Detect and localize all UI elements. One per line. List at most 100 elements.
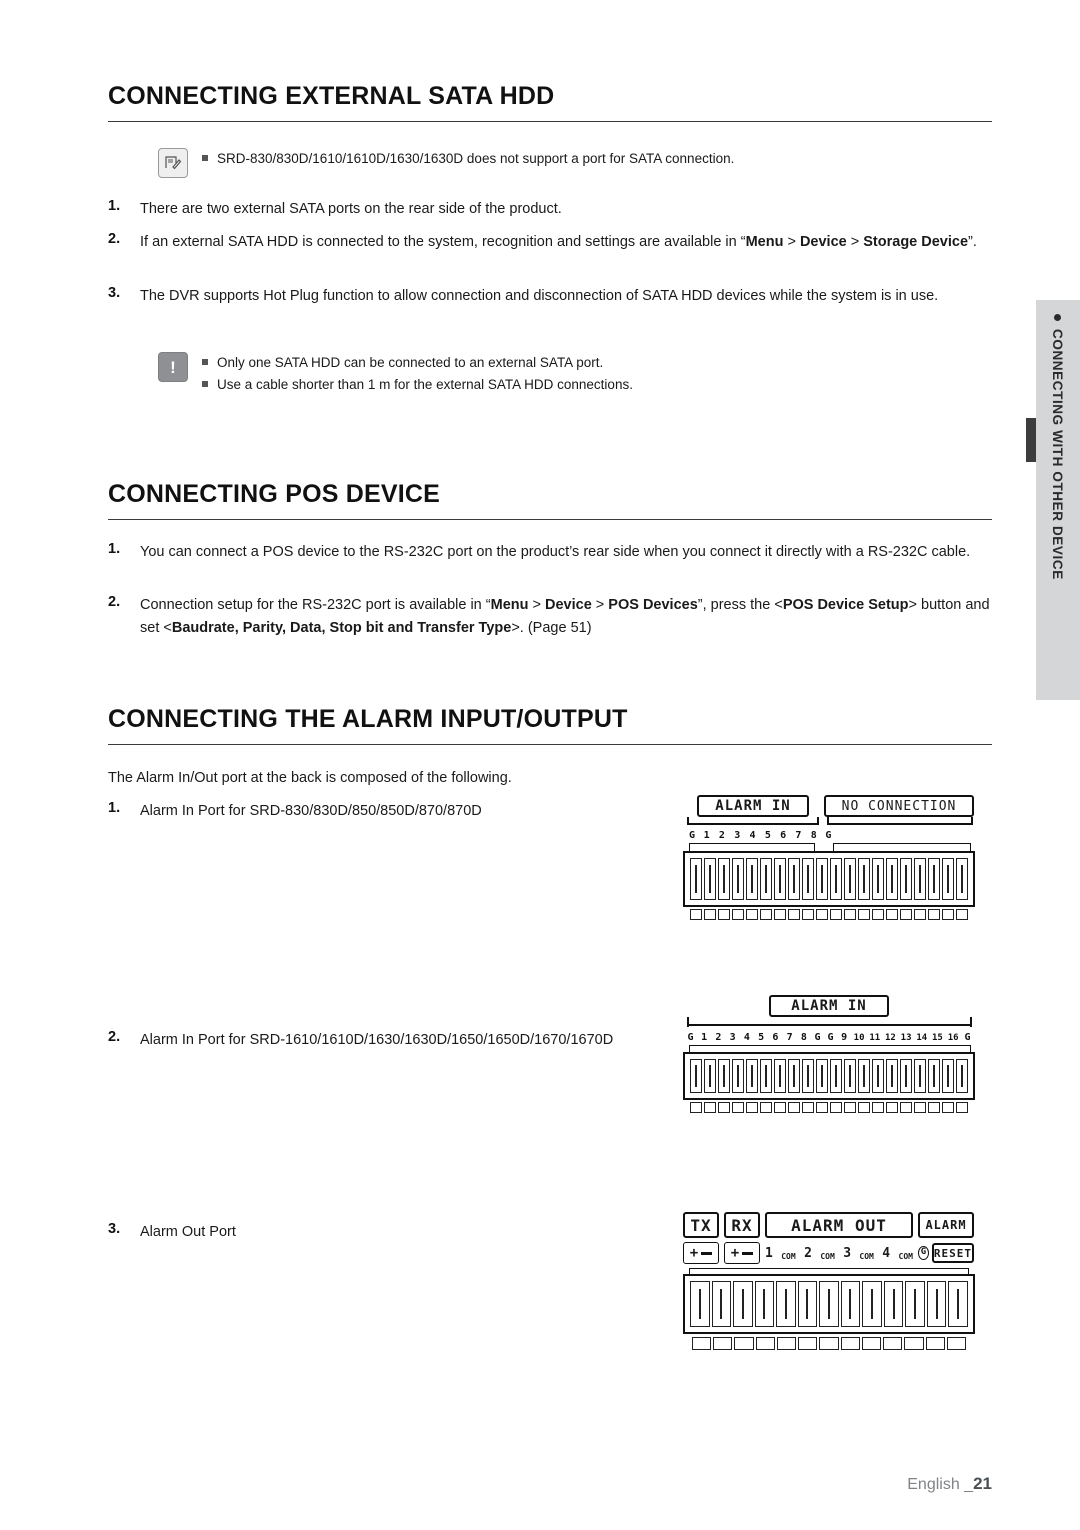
pin-ground: G <box>687 1032 694 1043</box>
bracket-tick <box>827 817 829 825</box>
screw <box>872 1102 884 1113</box>
screw <box>713 1337 733 1350</box>
screw <box>844 909 856 920</box>
pin-ground: G <box>918 1246 929 1260</box>
terminal <box>830 1059 842 1093</box>
terminal <box>956 858 968 900</box>
square-bullet-icon <box>202 359 208 365</box>
screw <box>774 1102 786 1113</box>
list-text: Alarm In Port for SRD-1610/1610D/1630/16… <box>140 1032 614 1048</box>
terminal-block-16 <box>683 1052 975 1100</box>
caution-icon-wrap: ! <box>158 352 188 382</box>
terminal <box>760 858 772 900</box>
alarm-out-label: ALARM OUT <box>765 1212 913 1238</box>
screw <box>774 909 786 920</box>
screw <box>788 909 800 920</box>
screw-row-out <box>683 1334 975 1350</box>
pin-3: 3 <box>734 830 741 841</box>
pin-4: 4 <box>749 830 756 841</box>
screw <box>690 1102 702 1113</box>
terminal <box>754 1281 775 1327</box>
terminal <box>862 1281 882 1327</box>
side-tab-text-wrap: CONNECTING WITH OTHER DEVICE <box>1036 300 1080 700</box>
screw <box>844 1102 856 1113</box>
terminal <box>926 1281 947 1327</box>
caution-icon: ! <box>158 352 188 382</box>
screw <box>802 909 814 920</box>
terminal <box>774 1059 786 1093</box>
terminal <box>844 858 856 900</box>
screw <box>690 909 702 920</box>
pin-ground: G <box>814 1032 821 1043</box>
caution-text-1: Only one SATA HDD can be connected to an… <box>217 355 604 370</box>
terminal <box>956 1059 968 1093</box>
screw <box>928 1102 940 1113</box>
pin-10: 10 <box>853 1033 865 1043</box>
side-tab-label: CONNECTING WITH OTHER DEVICE <box>1050 329 1066 580</box>
terminal <box>942 858 954 900</box>
screw <box>732 1102 744 1113</box>
list-text: Alarm In Port for SRD-830/830D/850/850D/… <box>140 803 482 819</box>
terminal <box>718 1059 730 1093</box>
pin-tick-row-out <box>683 1266 975 1274</box>
pin-1: 1 <box>703 830 710 841</box>
page-title-alarm: CONNECTING THE ALARM INPUT/OUTPUT <box>108 705 992 745</box>
pin-5: 5 <box>758 1032 765 1043</box>
screw <box>861 1337 882 1350</box>
alarm-label: ALARM <box>918 1212 974 1238</box>
terminal <box>718 858 730 900</box>
pin-label-row: G 1 2 3 4 5 6 7 8 G <box>683 825 975 841</box>
pin-16: 16 <box>947 1033 959 1043</box>
note-icon <box>158 148 188 178</box>
terminal <box>704 1059 716 1093</box>
screw <box>816 909 828 920</box>
screw <box>886 1102 898 1113</box>
alarm-intro-text: The Alarm In/Out port at the back is com… <box>108 770 512 786</box>
terminal <box>788 858 800 900</box>
reset-label: RESET <box>931 1243 974 1263</box>
terminal <box>858 1059 870 1093</box>
rx-polarity-pins: + <box>724 1242 760 1264</box>
exclamation-icon: ! <box>170 357 176 377</box>
list-text: The DVR supports Hot Plug function to al… <box>140 288 939 304</box>
pin-9: 9 <box>841 1032 848 1043</box>
screw <box>883 1337 903 1350</box>
terminal <box>733 1281 753 1327</box>
screw-row <box>683 907 975 920</box>
screw <box>746 909 758 920</box>
screw <box>746 1102 758 1113</box>
bracket-16 <box>683 1017 975 1027</box>
screw <box>872 909 884 920</box>
side-tab-marker <box>1026 418 1036 462</box>
screw <box>858 1102 870 1113</box>
caution-text-2: Use a cable shorter than 1 m for the ext… <box>217 377 633 393</box>
list-number: 3. <box>108 285 121 301</box>
list-item-pos-1: 1. You can connect a POS device to the R… <box>108 541 998 564</box>
screw <box>788 1102 800 1113</box>
terminal <box>914 1059 926 1093</box>
terminal <box>844 1059 856 1093</box>
terminal <box>746 858 758 900</box>
list-item-sata-3: 3. The DVR supports Hot Plug function to… <box>108 285 998 308</box>
pin-14: 14 <box>916 1033 928 1043</box>
bracket-tick <box>817 817 819 825</box>
list-number: 1. <box>108 541 121 557</box>
terminal <box>942 1059 954 1093</box>
plus-icon: + <box>730 1245 741 1261</box>
note-text-wrap: SRD-830/830D/1610/1610D/1630/1630D does … <box>202 148 734 178</box>
pin-6: 6 <box>772 1032 779 1043</box>
list-item-alarm-2: 2. Alarm In Port for SRD-1610/1610D/1630… <box>108 1029 628 1052</box>
screw <box>914 909 926 920</box>
pin-6: 6 <box>780 830 787 841</box>
list-number: 1. <box>108 800 121 816</box>
terminal <box>816 858 828 900</box>
bracket-line-left <box>687 823 819 825</box>
screw <box>692 1337 712 1350</box>
screw <box>914 1102 926 1113</box>
alarm-in-label: ALARM IN <box>697 795 809 817</box>
screw <box>718 1102 730 1113</box>
pin-7: 7 <box>795 830 802 841</box>
screw <box>830 909 842 920</box>
terminal <box>914 858 926 900</box>
pin-2: 2 <box>718 830 725 841</box>
